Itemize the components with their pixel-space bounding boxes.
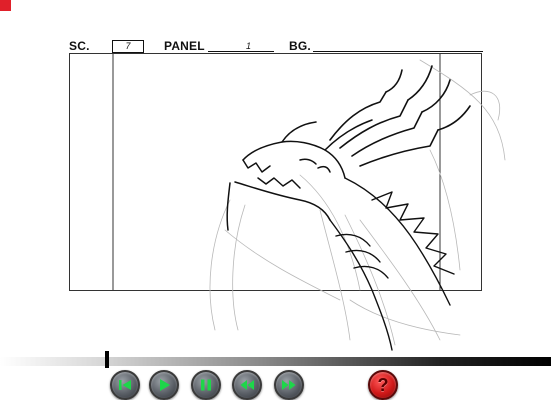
playback-controls: ?: [0, 368, 551, 400]
rewind-to-start-button[interactable]: [110, 370, 140, 400]
skip-to-start-icon: [119, 380, 131, 390]
previous-frame-button[interactable]: [232, 370, 262, 400]
frame-header: SC. 7 PANEL 1 BG.: [0, 0, 551, 60]
bg-label: BG.: [289, 39, 311, 53]
pause-icon: [201, 379, 211, 391]
play-button[interactable]: [149, 370, 179, 400]
help-button[interactable]: ?: [368, 370, 398, 400]
storyboard-panel: [69, 53, 482, 291]
next-frame-button[interactable]: [274, 370, 304, 400]
scene-label: SC.: [69, 39, 90, 53]
pause-button[interactable]: [191, 370, 221, 400]
scene-number-field: 7: [112, 40, 144, 53]
panel-underline: [208, 51, 274, 52]
rewind-icon: [240, 380, 254, 390]
panel-number: 1: [246, 41, 252, 51]
panel-label: PANEL: [164, 39, 205, 53]
playhead-marker[interactable]: [105, 351, 109, 368]
bg-underline: [313, 51, 483, 52]
fast-forward-icon: [282, 380, 296, 390]
question-mark-icon: ?: [377, 375, 389, 395]
timeline-scrubber[interactable]: [0, 357, 551, 366]
play-icon: [160, 379, 170, 391]
